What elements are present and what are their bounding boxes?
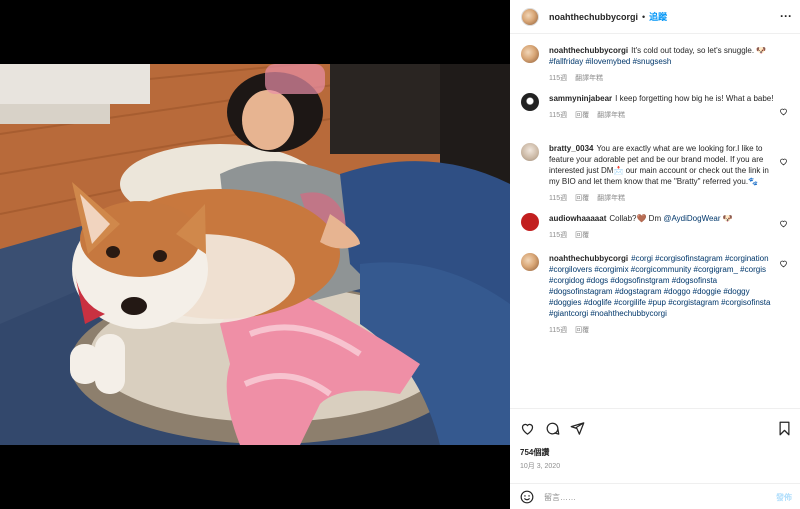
post-photo[interactable] — [0, 64, 510, 445]
like-comment-heart-icon[interactable] — [779, 219, 788, 228]
reply-link[interactable]: 回覆 — [575, 193, 589, 204]
instagram-post-view: noahthechubbycorgi • 追蹤 ··· noahthechubb… — [0, 0, 800, 509]
translate-link[interactable]: 翻譯年糕 — [597, 193, 625, 204]
add-comment-bar: 發佈 — [510, 483, 800, 509]
like-count[interactable]: 754個讚 — [520, 447, 549, 458]
comment-hashtags[interactable]: #fallfriday #ilovemybed #snugsesh — [549, 57, 671, 66]
comment-username[interactable]: noahthechubbycorgi — [549, 46, 628, 55]
comment-body: sammyninjabear I keep forgetting how big … — [549, 93, 774, 121]
more-icon[interactable]: ··· — [780, 9, 792, 23]
comment-meta: 115週 回覆 — [549, 230, 774, 241]
comment-time: 115週 — [549, 232, 568, 239]
comment-avatar[interactable] — [521, 93, 539, 111]
header-separator: • — [642, 11, 646, 22]
post-details-panel: noahthechubbycorgi • 追蹤 ··· noahthechubb… — [510, 0, 800, 509]
comment-meta: 115週 翻譯年糕 — [549, 73, 774, 84]
like-comment-heart-icon[interactable] — [779, 157, 788, 166]
comment-hashtags[interactable]: #corgi #corgisofinstagram #corgination #… — [549, 254, 770, 318]
comment-mention[interactable]: @AydiDogWear 🐶 — [663, 214, 732, 223]
save-button[interactable] — [777, 421, 792, 441]
reply-link[interactable]: 回覆 — [575, 110, 589, 121]
comment-avatar[interactable] — [521, 253, 539, 271]
action-icons — [520, 421, 585, 436]
comment-meta: 115週 回覆 — [549, 325, 774, 336]
post-comment-button[interactable]: 發佈 — [776, 492, 792, 503]
author-avatar[interactable] — [521, 7, 539, 26]
media-panel — [0, 0, 510, 509]
comment-text: I keep forgetting how big he is! What a … — [615, 94, 774, 103]
comment-input[interactable] — [544, 492, 744, 502]
translate-link[interactable]: 翻譯年糕 — [597, 110, 625, 121]
comment-avatar[interactable] — [521, 213, 539, 231]
post-date: 10月 3, 2020 — [520, 463, 561, 470]
comment-meta: 115週 回覆 翻譯年糕 — [549, 110, 774, 121]
post-header: noahthechubbycorgi • 追蹤 ··· — [510, 0, 800, 34]
reply-link[interactable]: 回覆 — [575, 325, 589, 336]
comment-time: 115週 — [549, 195, 568, 202]
comments-list: noahthechubbycorgi It's cold out today, s… — [510, 35, 800, 408]
comment-avatar[interactable] — [521, 143, 539, 161]
comment-body: bratty_0034 You are exactly what are we l… — [549, 143, 774, 204]
comment-text: Collab?🤎 Dm — [609, 214, 662, 223]
reply-link[interactable]: 回覆 — [575, 230, 589, 241]
comment-time: 115週 — [549, 327, 568, 334]
comment-username[interactable]: audiowhaaaaat — [549, 214, 606, 223]
share-icon[interactable] — [570, 421, 585, 436]
comment-body: audiowhaaaaat Collab?🤎 Dm @AydiDogWear 🐶 … — [549, 213, 774, 241]
comment-meta: 115週 回覆 翻譯年糕 — [549, 193, 774, 204]
comment-text: It's cold out today, so let's snuggle. 🐶 — [631, 46, 767, 55]
emoji-icon[interactable] — [520, 490, 534, 504]
bookmark-icon[interactable] — [777, 421, 792, 436]
like-comment-heart-icon[interactable] — [779, 107, 788, 116]
comment-username[interactable]: noahthechubbycorgi — [549, 254, 628, 263]
comment-time: 115週 — [549, 112, 568, 119]
comment-body: noahthechubbycorgi #corgi #corgisofinstag… — [549, 253, 774, 336]
comment-icon[interactable] — [545, 421, 560, 436]
post-actions: 754個讚 10月 3, 2020 發佈 — [510, 408, 800, 509]
follow-button[interactable]: 追蹤 — [649, 10, 667, 23]
heart-icon[interactable] — [520, 421, 535, 436]
comment-time: 115週 — [549, 75, 568, 82]
comment-username[interactable]: bratty_0034 — [549, 144, 593, 153]
comment-avatar[interactable] — [521, 45, 539, 63]
translate-link[interactable]: 翻譯年糕 — [575, 73, 603, 84]
like-comment-heart-icon[interactable] — [779, 259, 788, 268]
comment-username[interactable]: sammyninjabear — [549, 94, 612, 103]
comment-body: noahthechubbycorgi It's cold out today, s… — [549, 45, 774, 84]
author-username[interactable]: noahthechubbycorgi — [549, 12, 638, 22]
